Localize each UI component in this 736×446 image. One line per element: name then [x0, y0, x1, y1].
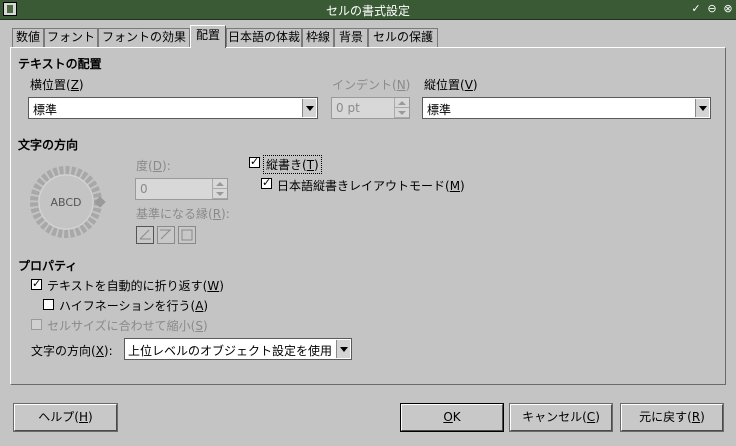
ok-button[interactable]: OK [400, 403, 504, 432]
orientation-dial[interactable]: ABCD [28, 164, 108, 240]
vertical-select[interactable]: 標準 [422, 97, 711, 119]
edge-top-button[interactable] [157, 226, 175, 244]
title-bar[interactable]: セルの書式設定 ✓ ⊖ ⊗ [0, 0, 736, 20]
text-orientation-heading: 文字の方向 [18, 138, 79, 152]
horizontal-label: 横位置(Z) [30, 78, 84, 92]
spin-down-icon[interactable] [213, 189, 227, 199]
edge-inside-button[interactable] [178, 226, 196, 244]
close-button[interactable]: ⊗ [720, 1, 736, 17]
vertical-stacked-label: 縦書き(T) [263, 155, 322, 174]
shade-button[interactable]: ✓ [688, 1, 704, 17]
vertical-stacked-checkbox[interactable] [249, 155, 260, 168]
tab-font-effects[interactable]: フォントの効果 [98, 28, 190, 47]
spin-down-icon[interactable] [395, 108, 409, 118]
asian-layout-checkbox[interactable] [261, 176, 272, 189]
text-direction-select[interactable]: 上位レベルのオブジェクト設定を使用 [124, 338, 352, 360]
indent-label: インデント(N) [332, 78, 411, 92]
wrap-text-label: テキストを自動的に折り返す(W) [47, 279, 224, 293]
chevron-down-icon[interactable] [302, 99, 316, 117]
shrink-to-fit-checkbox[interactable] [31, 319, 42, 330]
horizontal-value: 標準 [33, 103, 58, 117]
vertical-value: 標準 [427, 103, 452, 117]
chevron-down-icon[interactable] [695, 99, 709, 117]
degrees-value: 0 [140, 182, 148, 196]
tab-alignment[interactable]: 配置 [190, 25, 226, 48]
properties-heading: プロパティ [18, 259, 78, 273]
tab-borders[interactable]: 枠線 [302, 28, 334, 47]
chevron-down-icon[interactable] [336, 340, 350, 358]
degrees-spinner[interactable]: 0 [135, 178, 228, 200]
maximize-button[interactable]: ⊖ [704, 1, 720, 17]
vertical-label: 縦位置(V) [424, 78, 478, 92]
reset-button[interactable]: 元に戻す(R) [620, 403, 724, 432]
horizontal-select[interactable]: 標準 [28, 97, 318, 119]
tab-asian-typography[interactable]: 日本語の体裁 [226, 28, 302, 47]
indent-spinner[interactable]: 0 pt [331, 97, 410, 119]
wrap-text-checkbox[interactable] [31, 277, 42, 290]
hyphenation-checkbox[interactable] [43, 299, 54, 310]
spin-up-icon[interactable] [395, 98, 409, 108]
help-button[interactable]: ヘルプ(H) [13, 403, 118, 432]
tab-background[interactable]: 背景 [334, 28, 368, 47]
text-direction-label: 文字の方向(X): [31, 344, 113, 358]
hyphenation-label: ハイフネーションを行う(A) [59, 299, 209, 313]
tab-numbers[interactable]: 数値 [12, 28, 44, 47]
text-alignment-heading: テキストの配置 [18, 57, 102, 71]
spin-up-icon[interactable] [213, 179, 227, 189]
tab-font[interactable]: フォント [44, 28, 98, 47]
shrink-to-fit-label: セルサイズに合わせて縮小(S) [47, 319, 208, 333]
asian-layout-label: 日本語縦書きレイアウトモード(M) [277, 179, 465, 193]
cancel-button[interactable]: キャンセル(C) [509, 403, 613, 432]
degrees-label: 度(D): [136, 159, 171, 173]
text-direction-value: 上位レベルのオブジェクト設定を使用 [128, 344, 333, 358]
window-title: セルの書式設定 [325, 4, 410, 18]
tab-cell-protection[interactable]: セルの保護 [368, 28, 438, 47]
reference-edge-label: 基準になる縁(R): [136, 207, 230, 221]
edge-bottom-button[interactable] [136, 226, 154, 244]
indent-value: 0 pt [336, 101, 360, 115]
dial-label: ABCD [50, 196, 81, 209]
